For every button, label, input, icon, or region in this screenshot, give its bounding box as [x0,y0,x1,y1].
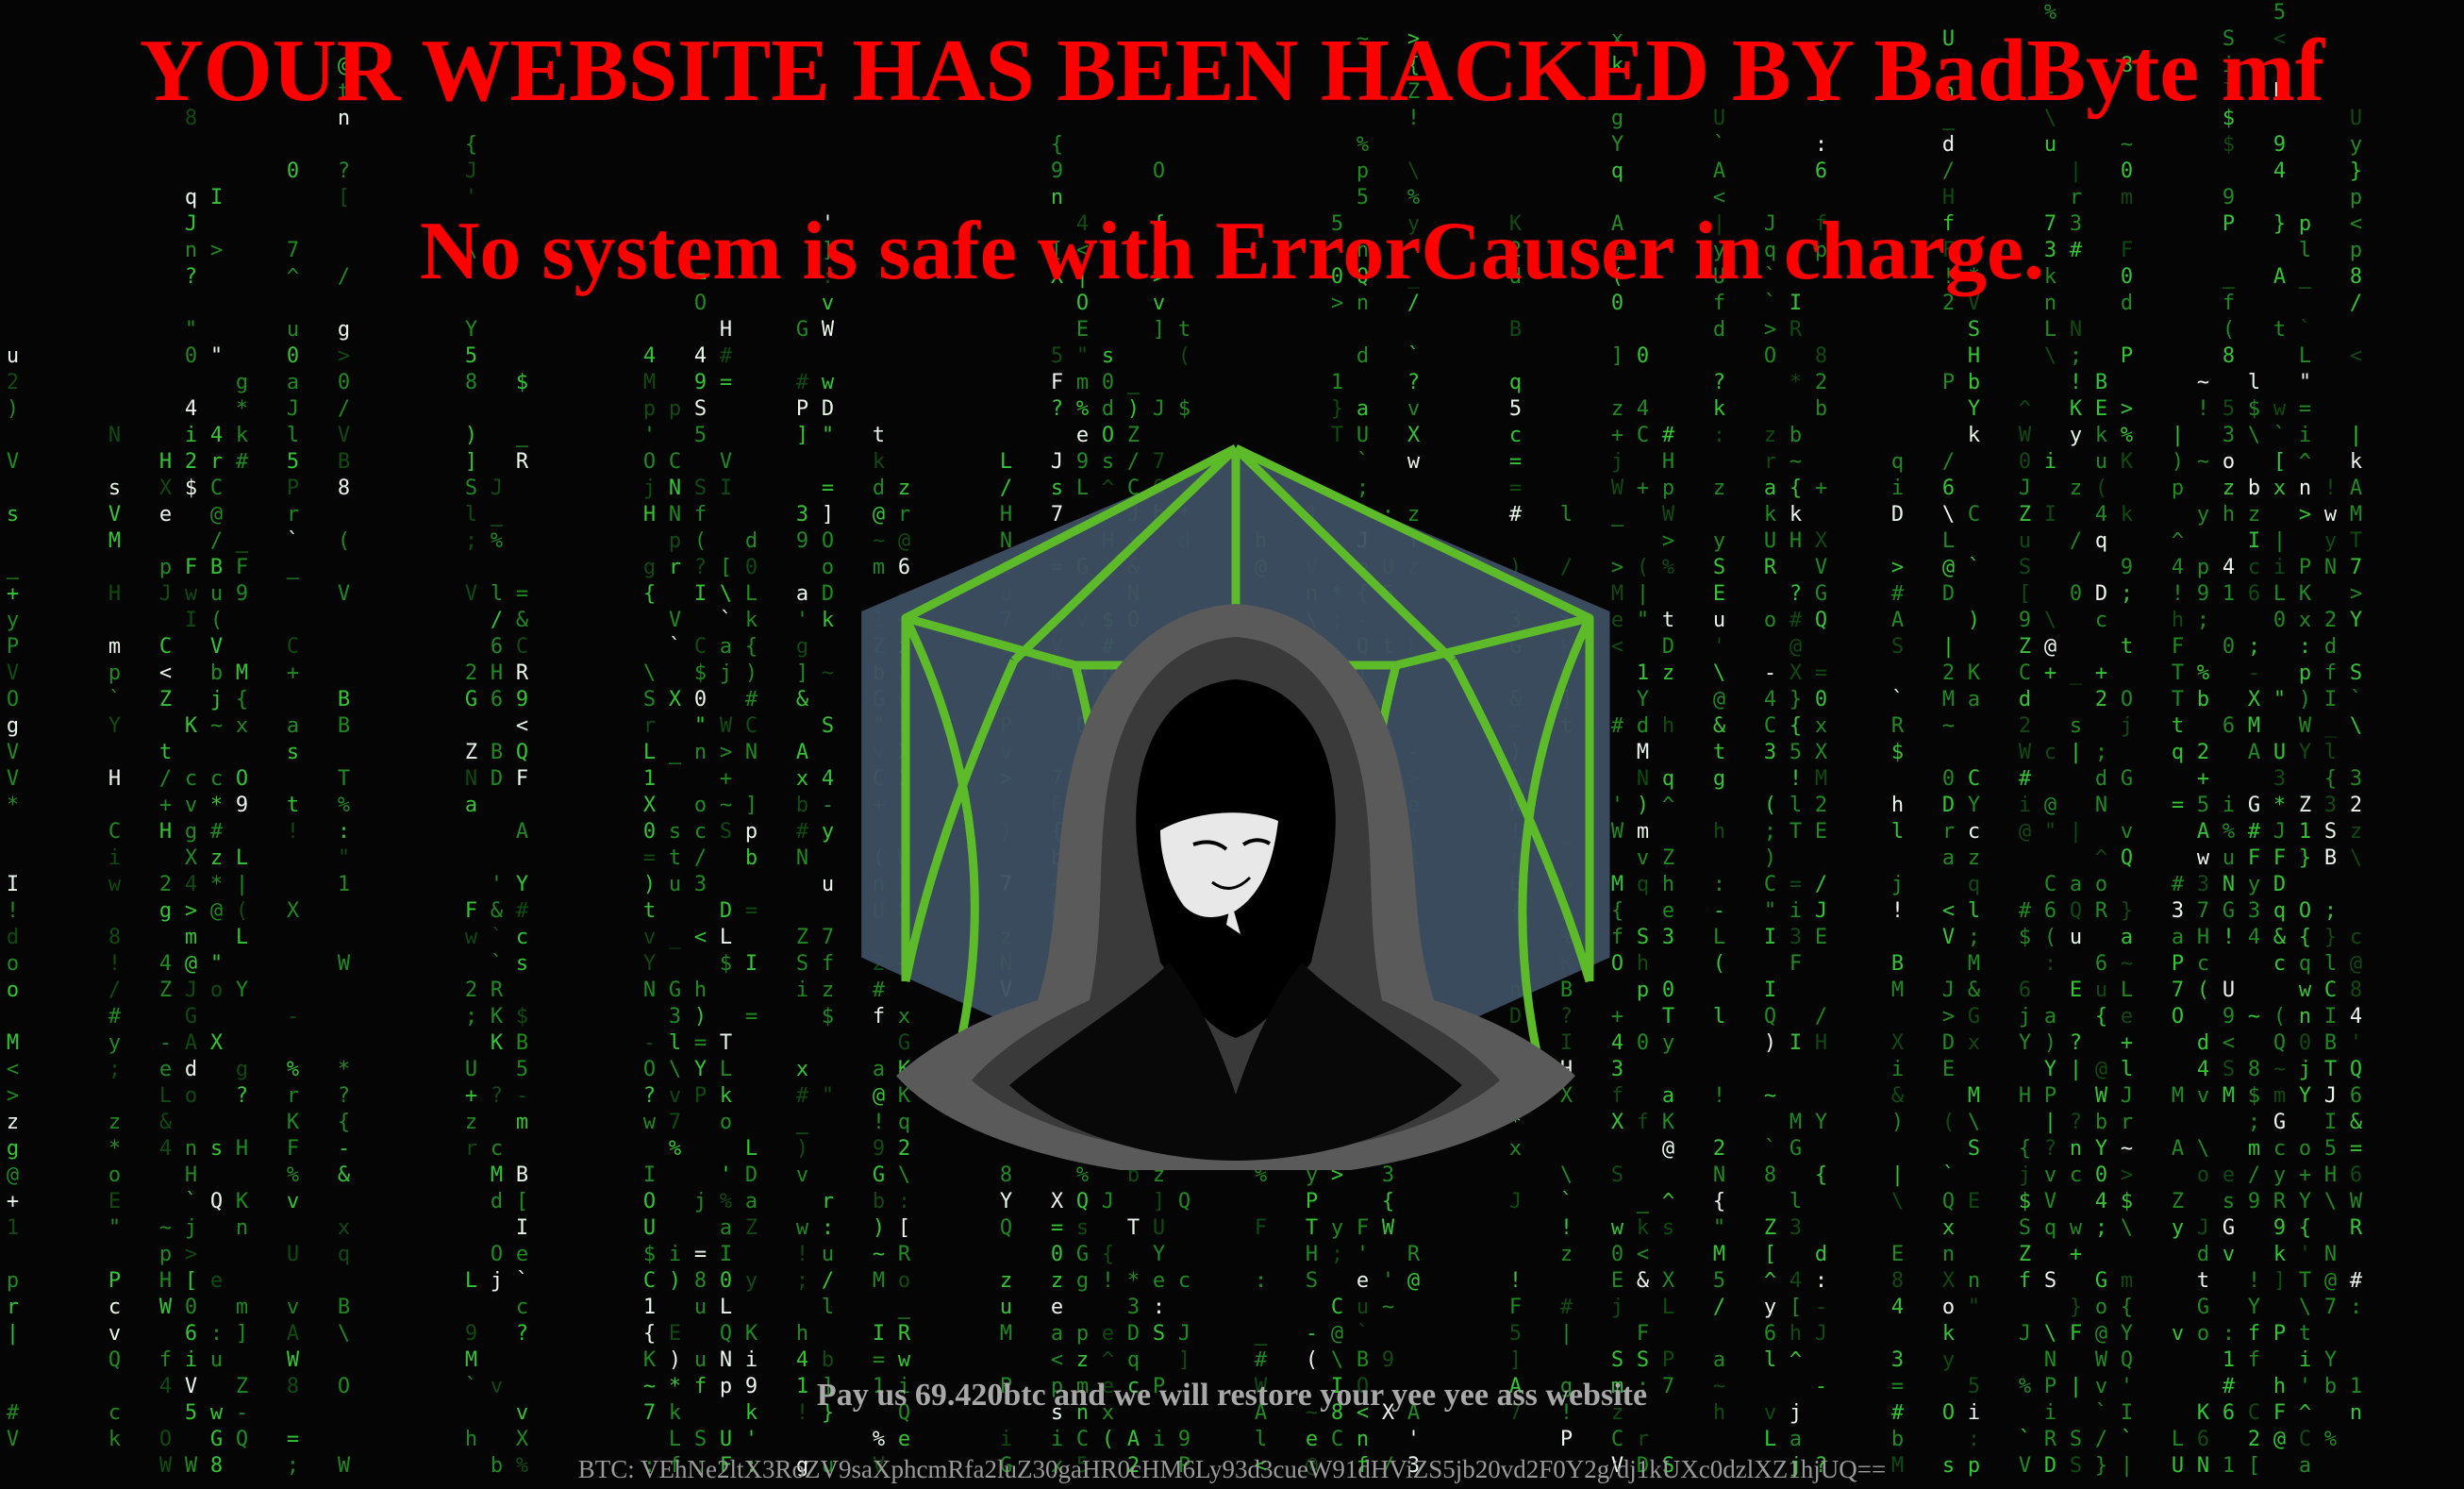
ransom-note: Pay us 69.420btc and we will restore you… [816,1378,1648,1413]
page-subtitle: No system is safe with ErrorCauser in ch… [419,206,2045,297]
page-title: YOUR WEBSITE HAS BEEN HACKED BY BadByte … [139,22,2325,120]
hooded-figure-emblem-icon [861,443,1610,1170]
defaced-page: u 2) V s _ + y P V Og V V * I! d o o M < > z g @ +1 p r | # V… [0,0,2464,1489]
btc-address: BTC: VEhNe2ltX3RoZV9saXphcmRfa2luZ30gaHR… [577,1455,1887,1483]
